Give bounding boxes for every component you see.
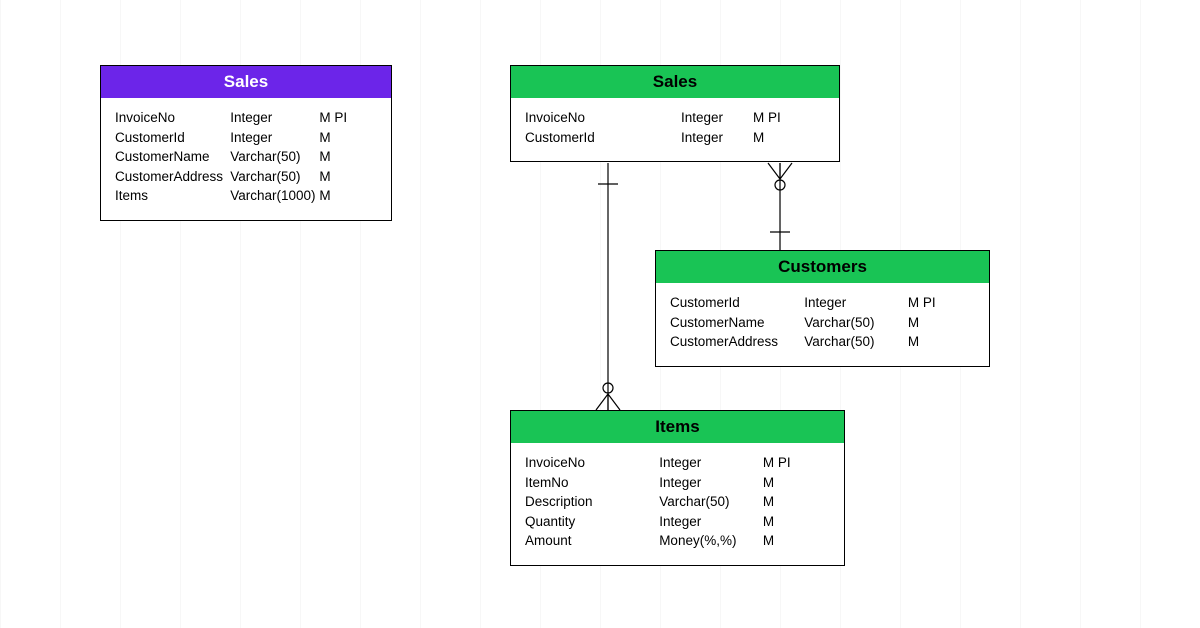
col-flags: M: [319, 128, 377, 148]
col-flags: M: [908, 332, 975, 352]
entity-row: CustomerAddressVarchar(50)M: [115, 167, 377, 187]
entity-row: CustomerIdIntegerM: [525, 128, 825, 148]
entity-header: Customers: [656, 251, 989, 283]
col-type: Varchar(1000): [230, 186, 319, 206]
col-name: ItemNo: [525, 473, 659, 493]
col-name: InvoiceNo: [525, 108, 681, 128]
entity-row: CustomerNameVarchar(50)M: [115, 147, 377, 167]
entity-row: CustomerIdIntegerM PI: [670, 293, 975, 313]
col-name: CustomerName: [115, 147, 230, 167]
col-type: Integer: [804, 293, 908, 313]
col-name: Items: [115, 186, 230, 206]
entity-row: InvoiceNoIntegerM PI: [525, 453, 830, 473]
entity-body: InvoiceNoIntegerM PI ItemNoIntegerM Desc…: [511, 443, 844, 565]
col-flags: M: [763, 473, 830, 493]
col-flags: M PI: [319, 108, 377, 128]
col-name: Amount: [525, 531, 659, 551]
entity-header: Items: [511, 411, 844, 443]
entity-row: QuantityIntegerM: [525, 512, 830, 532]
col-flags: M PI: [908, 293, 975, 313]
col-type: Integer: [230, 128, 319, 148]
col-name: CustomerAddress: [115, 167, 230, 187]
col-name: InvoiceNo: [525, 453, 659, 473]
col-name: Description: [525, 492, 659, 512]
col-flags: M: [763, 492, 830, 512]
col-name: CustomerAddress: [670, 332, 804, 352]
col-type: Integer: [659, 512, 763, 532]
entity-row: DescriptionVarchar(50)M: [525, 492, 830, 512]
entity-sales-green: Sales InvoiceNoIntegerM PI CustomerIdInt…: [510, 65, 840, 162]
entity-header: Sales: [101, 66, 391, 98]
col-type: Varchar(50): [804, 313, 908, 333]
col-flags: M: [319, 186, 377, 206]
col-name: Quantity: [525, 512, 659, 532]
entity-header: Sales: [511, 66, 839, 98]
col-type: Money(%,%): [659, 531, 763, 551]
col-type: Varchar(50): [659, 492, 763, 512]
entity-items: Items InvoiceNoIntegerM PI ItemNoInteger…: [510, 410, 845, 566]
col-name: InvoiceNo: [115, 108, 230, 128]
entity-row: CustomerNameVarchar(50)M: [670, 313, 975, 333]
col-flags: M: [908, 313, 975, 333]
col-name: CustomerId: [670, 293, 804, 313]
col-flags: M: [763, 531, 830, 551]
col-type: Integer: [681, 108, 753, 128]
entity-body: InvoiceNoIntegerM PI CustomerIdIntegerM …: [101, 98, 391, 220]
entity-sales-purple: Sales InvoiceNoIntegerM PI CustomerIdInt…: [100, 65, 392, 221]
entity-row: AmountMoney(%,%)M: [525, 531, 830, 551]
col-flags: M: [763, 512, 830, 532]
col-flags: M: [319, 147, 377, 167]
entity-customers: Customers CustomerIdIntegerM PI Customer…: [655, 250, 990, 367]
col-type: Integer: [659, 473, 763, 493]
entity-row: InvoiceNoIntegerM PI: [525, 108, 825, 128]
col-flags: M: [753, 128, 825, 148]
col-flags: M PI: [753, 108, 825, 128]
col-name: CustomerId: [115, 128, 230, 148]
entity-row: ItemsVarchar(1000)M: [115, 186, 377, 206]
entity-row: ItemNoIntegerM: [525, 473, 830, 493]
col-name: CustomerId: [525, 128, 681, 148]
col-flags: M: [319, 167, 377, 187]
col-type: Integer: [681, 128, 753, 148]
col-type: Varchar(50): [804, 332, 908, 352]
entity-row: InvoiceNoIntegerM PI: [115, 108, 377, 128]
entity-body: CustomerIdIntegerM PI CustomerNameVarcha…: [656, 283, 989, 366]
col-type: Integer: [230, 108, 319, 128]
col-type: Varchar(50): [230, 147, 319, 167]
entity-row: CustomerIdIntegerM: [115, 128, 377, 148]
col-flags: M PI: [763, 453, 830, 473]
col-type: Integer: [659, 453, 763, 473]
col-name: CustomerName: [670, 313, 804, 333]
col-type: Varchar(50): [230, 167, 319, 187]
entity-row: CustomerAddressVarchar(50)M: [670, 332, 975, 352]
entity-body: InvoiceNoIntegerM PI CustomerIdIntegerM: [511, 98, 839, 161]
